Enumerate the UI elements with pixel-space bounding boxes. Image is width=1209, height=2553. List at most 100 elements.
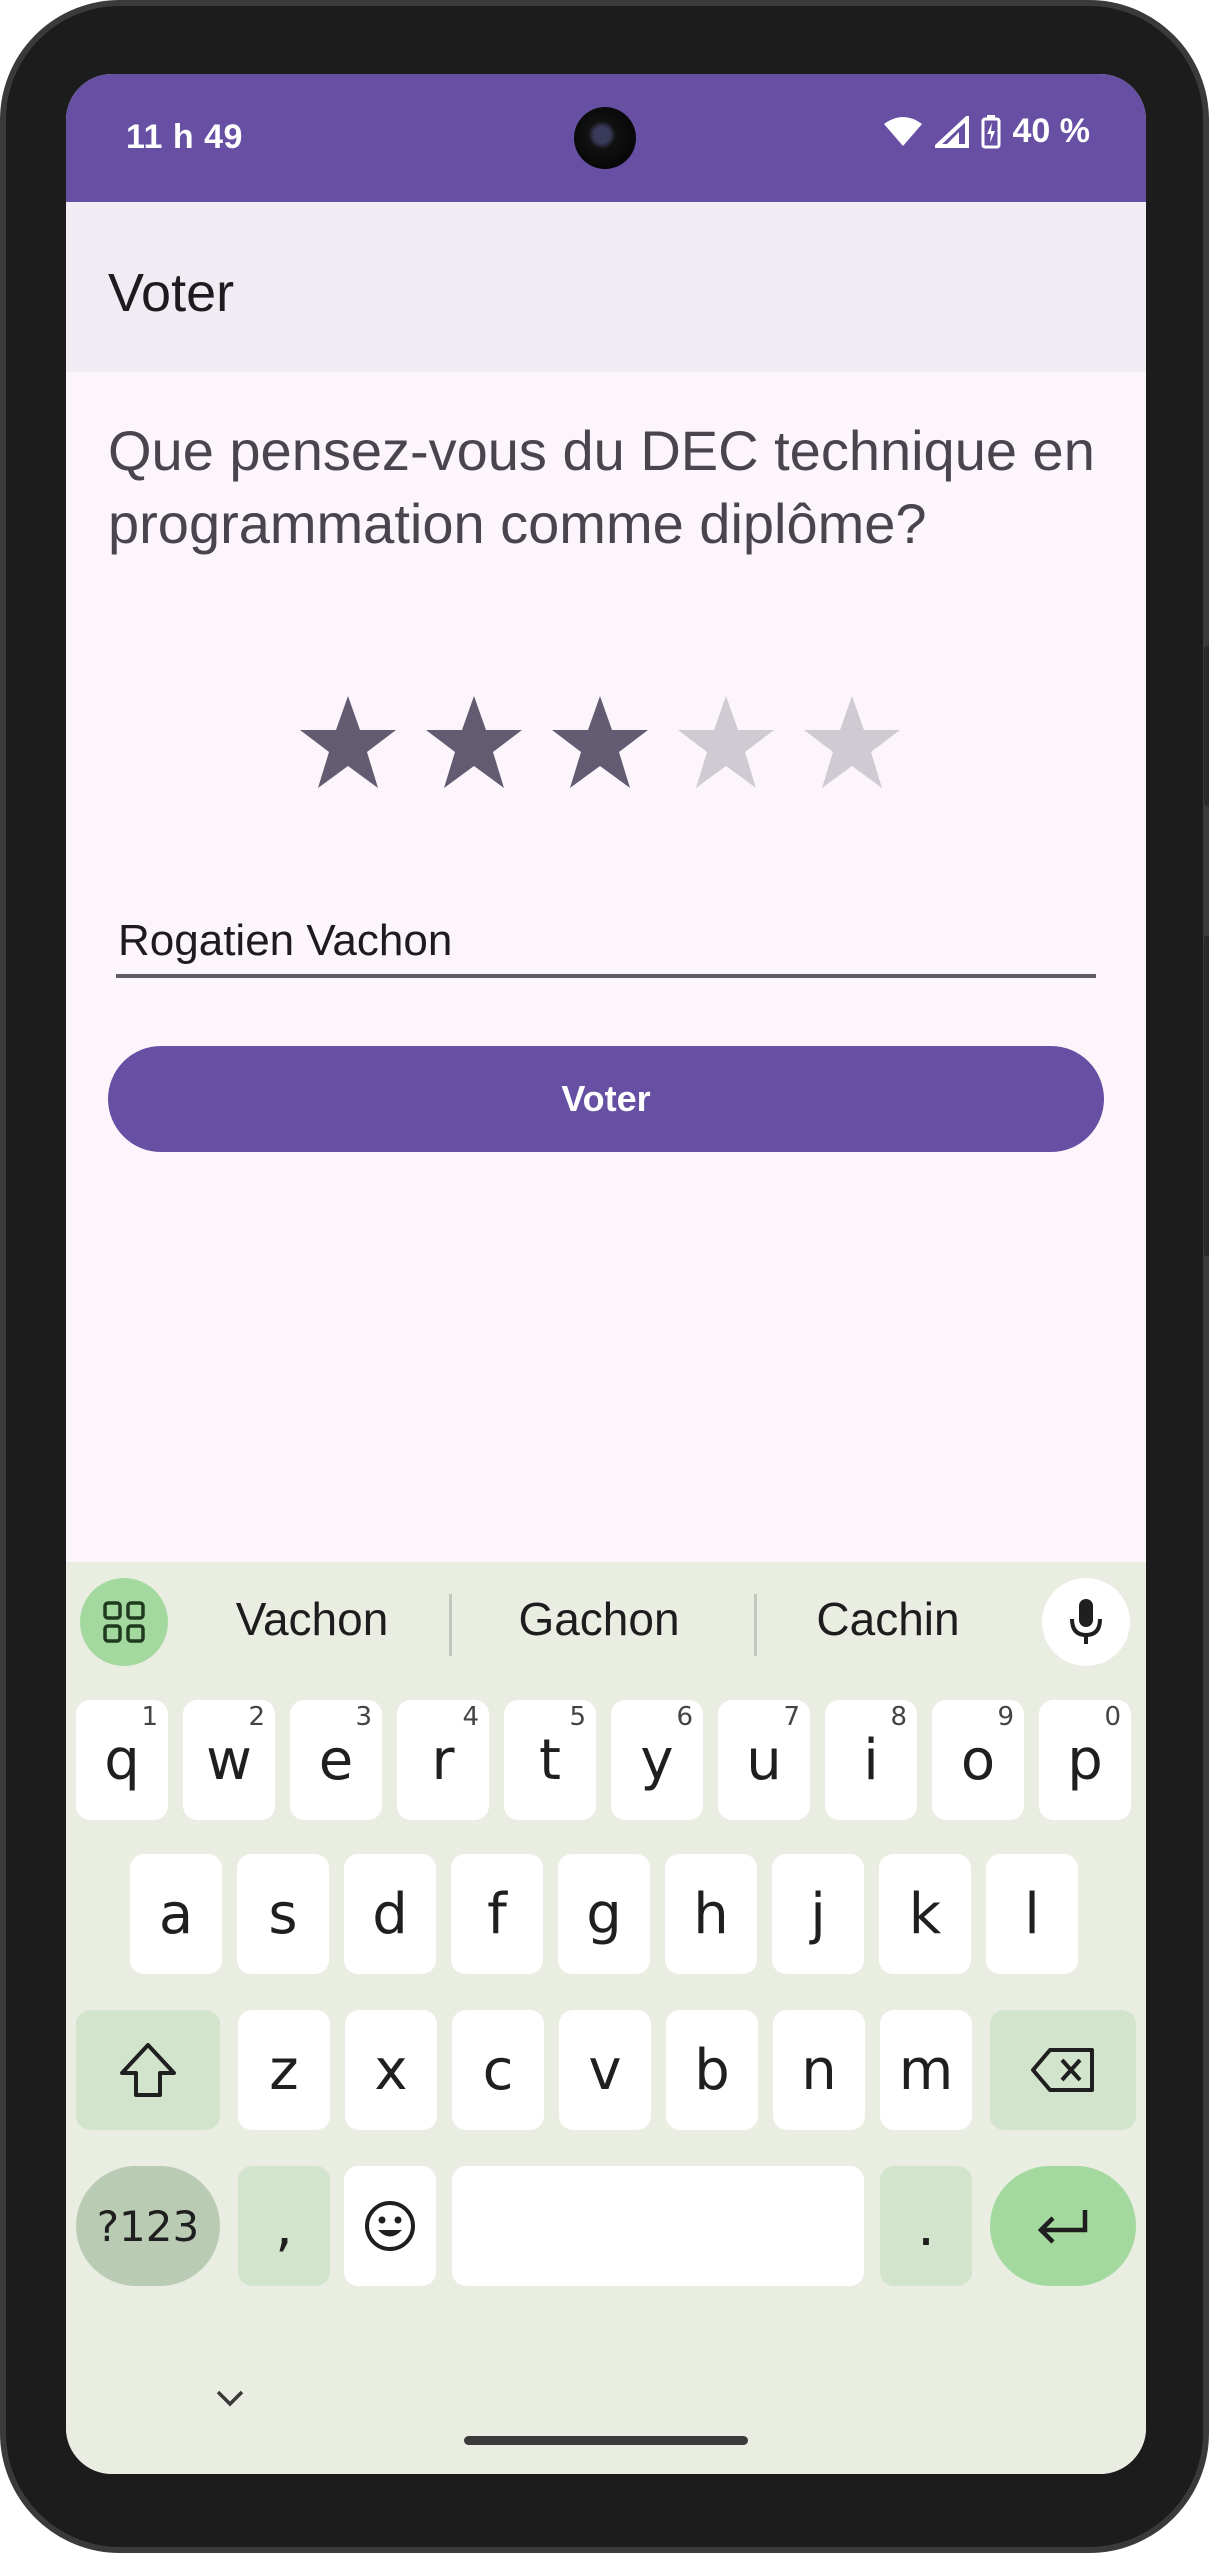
- star-empty-icon[interactable]: [800, 692, 904, 796]
- microphone-icon: [1070, 1599, 1102, 1644]
- key-label: q: [104, 1727, 140, 1793]
- suggestion-2[interactable]: Gachon: [469, 1592, 729, 1646]
- apps-grid-icon: [103, 1601, 145, 1643]
- key-hint: 4: [462, 1702, 479, 1732]
- key-label: x: [374, 2037, 408, 2103]
- key-n[interactable]: n: [773, 2010, 865, 2130]
- status-bar: 11 h 49 40 %: [66, 74, 1146, 202]
- backspace-key[interactable]: [990, 2010, 1136, 2130]
- key-label: i: [863, 1727, 879, 1793]
- volume-button: [1204, 936, 1209, 1256]
- key-label: d: [372, 1881, 408, 1947]
- voice-input-button[interactable]: [1042, 1578, 1130, 1666]
- period-key[interactable]: .: [880, 2166, 972, 2286]
- space-key[interactable]: [452, 2166, 864, 2286]
- key-label: w: [206, 1727, 252, 1793]
- key-label: c: [482, 2037, 514, 2103]
- key-w[interactable]: w2: [183, 1700, 275, 1820]
- key-c[interactable]: c: [452, 2010, 544, 2130]
- key-hint: 0: [1104, 1702, 1121, 1732]
- key-l[interactable]: l: [986, 1854, 1078, 1974]
- star-empty-icon[interactable]: [674, 692, 778, 796]
- vote-button[interactable]: Voter: [108, 1046, 1104, 1152]
- star-filled-icon[interactable]: [296, 692, 400, 796]
- key-label: y: [640, 1727, 674, 1793]
- emoji-key[interactable]: [344, 2166, 436, 2286]
- key-u[interactable]: u7: [718, 1700, 810, 1820]
- key-b[interactable]: b: [666, 2010, 758, 2130]
- phone-frame: 11 h 49 40 % Voter Que pensez-vous du DE…: [0, 0, 1209, 2553]
- key-label: j: [810, 1881, 826, 1947]
- key-o[interactable]: o9: [932, 1700, 1024, 1820]
- star-filled-icon[interactable]: [548, 692, 652, 796]
- key-h[interactable]: h: [665, 1854, 757, 1974]
- rating-bar[interactable]: [296, 692, 904, 796]
- battery-icon: [981, 114, 1000, 148]
- key-label: r: [431, 1727, 455, 1793]
- key-label: z: [269, 2037, 299, 2103]
- key-a[interactable]: a: [130, 1854, 222, 1974]
- key-label: s: [268, 1881, 298, 1947]
- suggestion-3[interactable]: Cachin: [758, 1592, 1018, 1646]
- key-x[interactable]: x: [345, 2010, 437, 2130]
- key-s[interactable]: s: [237, 1854, 329, 1974]
- key-label: k: [908, 1881, 942, 1947]
- home-indicator[interactable]: [464, 2436, 748, 2445]
- key-hint: 2: [248, 1702, 265, 1732]
- key-label: p: [1067, 1727, 1103, 1793]
- key-label: a: [158, 1881, 194, 1947]
- shift-icon: [120, 2043, 176, 2097]
- key-hint: 5: [569, 1702, 586, 1732]
- name-input[interactable]: Rogatien Vachon: [116, 904, 1096, 978]
- apps-grid-button[interactable]: [80, 1578, 168, 1666]
- key-q[interactable]: q1: [76, 1700, 168, 1820]
- enter-icon: [1037, 2210, 1088, 2244]
- suggestion-divider: [754, 1594, 757, 1656]
- key-hint: 1: [141, 1702, 158, 1732]
- status-icons: 40 %: [883, 112, 1091, 151]
- key-label: u: [746, 1727, 782, 1793]
- collapse-keyboard-icon[interactable]: [210, 2384, 250, 2414]
- key-label: o: [960, 1727, 996, 1793]
- emoji-icon: [365, 2201, 415, 2251]
- name-input-value: Rogatien Vachon: [118, 916, 453, 965]
- key-v[interactable]: v: [559, 2010, 651, 2130]
- screen: 11 h 49 40 % Voter Que pensez-vous du DE…: [66, 74, 1146, 2474]
- suggestion-divider: [449, 1594, 452, 1656]
- key-i[interactable]: i8: [825, 1700, 917, 1820]
- key-j[interactable]: j: [772, 1854, 864, 1974]
- star-filled-icon[interactable]: [422, 692, 526, 796]
- key-k[interactable]: k: [879, 1854, 971, 1974]
- key-t[interactable]: t5: [504, 1700, 596, 1820]
- key-label: b: [694, 2037, 730, 2103]
- app-bar: Voter: [66, 202, 1146, 372]
- suggestion-1[interactable]: Vachon: [182, 1592, 442, 1646]
- key-m[interactable]: m: [880, 2010, 972, 2130]
- battery-percent: 40 %: [1012, 112, 1091, 150]
- enter-key[interactable]: [990, 2166, 1136, 2286]
- key-label: e: [318, 1727, 354, 1793]
- key-d[interactable]: d: [344, 1854, 436, 1974]
- key-label: l: [1024, 1881, 1040, 1947]
- key-hint: 7: [783, 1702, 800, 1732]
- key-z[interactable]: z: [238, 2010, 330, 2130]
- key-label: g: [586, 1881, 622, 1947]
- key-g[interactable]: g: [558, 1854, 650, 1974]
- key-y[interactable]: y6: [611, 1700, 703, 1820]
- wifi-icon: [883, 116, 922, 146]
- key-hint: 3: [355, 1702, 372, 1732]
- keyboard: Vachon Gachon Cachin q1w2e3r4t5y6u7i8o9p…: [66, 1562, 1146, 2474]
- key-label: t: [539, 1727, 561, 1793]
- shift-key[interactable]: [76, 2010, 220, 2130]
- signal-icon: [934, 115, 969, 148]
- key-f[interactable]: f: [451, 1854, 543, 1974]
- key-r[interactable]: r4: [397, 1700, 489, 1820]
- key-hint: 9: [997, 1702, 1014, 1732]
- symbols-key[interactable]: ?123: [76, 2166, 220, 2286]
- backspace-icon: [1031, 2048, 1094, 2092]
- key-label: m: [898, 2037, 954, 2103]
- key-p[interactable]: p0: [1039, 1700, 1131, 1820]
- question-text: Que pensez-vous du DEC technique en prog…: [108, 419, 1095, 555]
- comma-key[interactable]: ,: [238, 2166, 330, 2286]
- key-e[interactable]: e3: [290, 1700, 382, 1820]
